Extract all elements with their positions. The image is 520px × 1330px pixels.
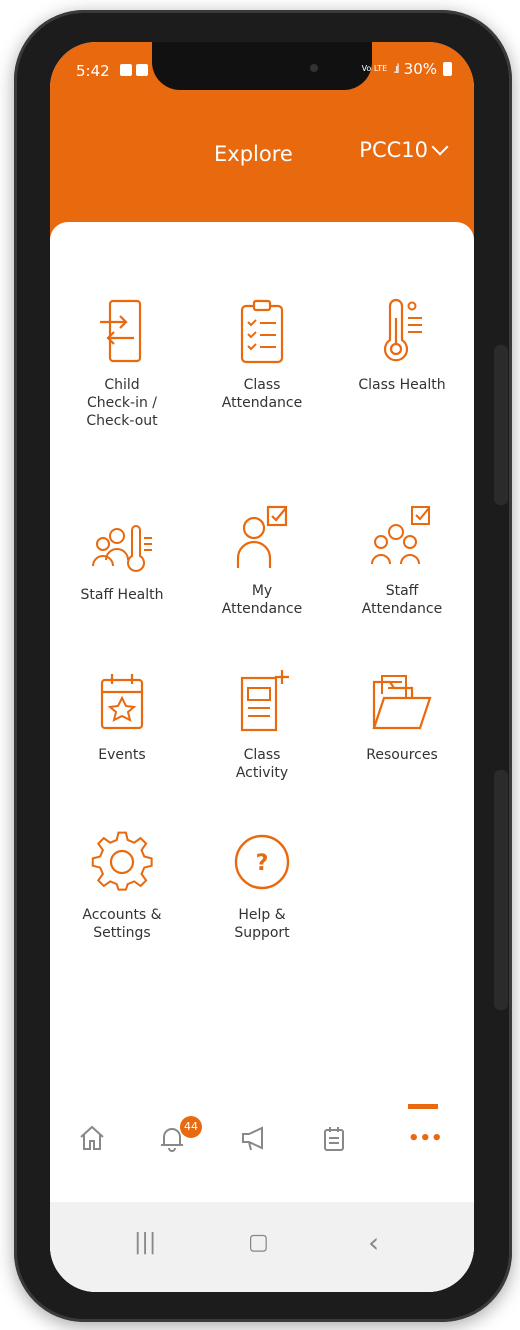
tile-label: Staff Health bbox=[80, 587, 164, 603]
tile-help-support[interactable]: ? Help & Support bbox=[196, 828, 328, 942]
tile-label: Child Check-in / Check-out bbox=[86, 377, 158, 429]
calendar-star-icon bbox=[100, 674, 144, 730]
signal-icon: .ıl bbox=[393, 62, 400, 76]
tile-label: Events bbox=[98, 747, 146, 763]
active-tab-indicator bbox=[408, 1104, 438, 1109]
tile-label: Help & Support bbox=[234, 907, 290, 941]
calendar-icon bbox=[324, 1127, 344, 1151]
tile-staff-health[interactable]: Staff Health bbox=[56, 522, 188, 604]
nav-more[interactable]: ••• bbox=[408, 1128, 448, 1168]
tile-label: Staff Attendance bbox=[361, 583, 443, 617]
tile-accounts-settings[interactable]: Accounts & Settings bbox=[56, 828, 188, 942]
tile-label: Class Health bbox=[358, 377, 446, 393]
tile-label: Accounts & Settings bbox=[82, 907, 162, 941]
camera-notch bbox=[152, 42, 372, 90]
side-button bbox=[494, 770, 508, 1010]
tile-label: Class Attendance bbox=[221, 377, 303, 411]
tile-label: Class Activity bbox=[235, 747, 289, 781]
notification-icons bbox=[120, 64, 148, 76]
status-time: 5:42 bbox=[76, 62, 110, 80]
network-indicator: Vo LTE bbox=[361, 64, 388, 73]
home-button[interactable]: ▢ bbox=[248, 1230, 269, 1255]
nav-home[interactable] bbox=[78, 1124, 118, 1164]
nav-calendar[interactable] bbox=[320, 1124, 360, 1164]
tile-events[interactable]: Events bbox=[56, 668, 188, 764]
organization-name: PCC10 bbox=[359, 138, 428, 162]
tile-staff-attendance[interactable]: Staff Attendance bbox=[336, 504, 468, 618]
tile-my-attendance[interactable]: My Attendance bbox=[196, 504, 328, 618]
check-in-out-icon bbox=[100, 299, 142, 363]
megaphone-icon bbox=[242, 1126, 263, 1151]
system-nav-bar: ||| ▢ ‹ bbox=[50, 1202, 474, 1292]
nav-notifications[interactable]: 44 bbox=[158, 1116, 202, 1164]
more-icon: ••• bbox=[408, 1128, 443, 1149]
tile-resources[interactable]: Resources bbox=[336, 668, 468, 764]
organization-selector[interactable]: PCC10 bbox=[359, 138, 449, 162]
person-check-icon bbox=[236, 505, 288, 568]
chevron-down-icon bbox=[431, 138, 449, 156]
tile-class-activity[interactable]: Class Activity bbox=[196, 668, 328, 782]
notification-badge: 44 bbox=[180, 1116, 202, 1138]
nav-announcements[interactable] bbox=[240, 1124, 280, 1164]
document-add-icon bbox=[240, 670, 289, 732]
tile-class-health[interactable]: Class Health bbox=[336, 298, 468, 394]
home-icon bbox=[80, 1125, 104, 1150]
screen: 5:42 Vo LTE .ıl 30% Explore PCC10 Child … bbox=[50, 42, 474, 1292]
recents-button[interactable]: ||| bbox=[134, 1230, 156, 1255]
help-circle-icon: ? bbox=[234, 834, 290, 890]
thermometer-icon bbox=[383, 298, 422, 362]
app-header: 5:42 Vo LTE .ıl 30% Explore PCC10 bbox=[50, 42, 474, 252]
folder-icon bbox=[372, 675, 432, 730]
svg-text:?: ? bbox=[256, 851, 269, 876]
bottom-nav: 44 ••• bbox=[50, 1094, 474, 1194]
battery-icon bbox=[443, 62, 452, 76]
group-check-icon bbox=[371, 506, 430, 565]
page-title: Explore bbox=[214, 142, 293, 166]
side-button bbox=[494, 345, 508, 505]
status-right: Vo LTE .ıl 30% bbox=[362, 60, 452, 78]
staff-thermometer-icon bbox=[92, 525, 152, 572]
battery-level: 30% bbox=[403, 60, 437, 78]
clipboard-checklist-icon bbox=[240, 299, 284, 364]
tile-child-check-in[interactable]: Child Check-in / Check-out bbox=[56, 298, 188, 430]
tile-class-attendance[interactable]: Class Attendance bbox=[196, 298, 328, 412]
tile-label: Resources bbox=[366, 747, 438, 763]
back-button[interactable]: ‹ bbox=[368, 1226, 379, 1259]
phone-frame: 5:42 Vo LTE .ıl 30% Explore PCC10 Child … bbox=[14, 10, 512, 1322]
tile-label: My Attendance bbox=[221, 583, 303, 617]
gear-icon bbox=[91, 831, 153, 891]
